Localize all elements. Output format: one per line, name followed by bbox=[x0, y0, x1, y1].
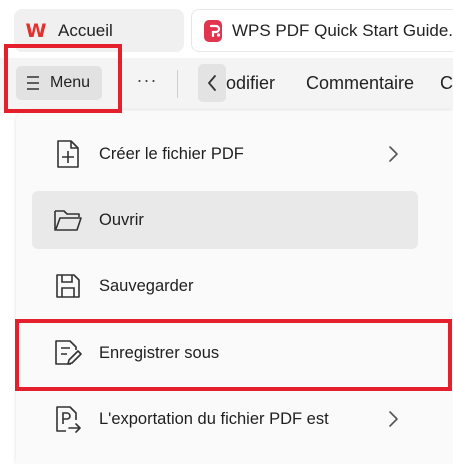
toolbar-modifier[interactable]: odifier bbox=[226, 73, 275, 94]
menu-item-label: Créer le fichier PDF bbox=[99, 144, 244, 163]
wps-logo-icon: W bbox=[25, 19, 47, 42]
menu-item-sauvegarder[interactable]: Sauvegarder bbox=[32, 257, 418, 315]
toolbar-next-item[interactable]: C bbox=[440, 73, 453, 94]
save-icon bbox=[50, 268, 86, 304]
menu-button[interactable]: Menu bbox=[16, 66, 102, 100]
chevron-left-icon bbox=[208, 75, 216, 91]
menu-item-exportation-pdf[interactable]: L'exportation du fichier PDF est bbox=[32, 390, 418, 448]
chevron-right-icon bbox=[389, 411, 398, 427]
menu-item-label: L'exportation du fichier PDF est bbox=[99, 409, 329, 428]
menu-button-label: Menu bbox=[50, 74, 91, 91]
pdf-logo-icon bbox=[204, 19, 222, 42]
chevron-right-icon bbox=[389, 146, 398, 162]
menu-item-ouvrir[interactable]: Ouvrir bbox=[32, 191, 418, 249]
hamburger-icon bbox=[27, 76, 39, 90]
export-pdf-icon bbox=[50, 401, 86, 437]
file-menu-dropdown: Créer le fichier PDF Ouvrir Sauvegarder bbox=[16, 111, 453, 464]
tab-document[interactable]: WPS PDF Quick Start Guide. bbox=[191, 9, 453, 52]
toolbar-commentaire[interactable]: Commentaire bbox=[306, 73, 414, 94]
menu-item-label: Enregistrer sous bbox=[99, 343, 220, 362]
more-options-icon[interactable]: ··· bbox=[134, 70, 160, 96]
menu-item-label: Sauvegarder bbox=[99, 276, 194, 295]
tab-document-label: WPS PDF Quick Start Guide. bbox=[231, 20, 453, 40]
menu-item-enregistrer-sous[interactable]: Enregistrer sous bbox=[32, 324, 418, 382]
tab-accueil-label: Accueil bbox=[58, 20, 113, 40]
tab-accueil[interactable]: W Accueil bbox=[14, 9, 184, 52]
new-file-icon bbox=[50, 136, 86, 172]
tab-bar: W Accueil WPS PDF Quick Start Guide. bbox=[0, 0, 453, 58]
menu-item-label: Ouvrir bbox=[99, 210, 144, 229]
scroll-left-button[interactable] bbox=[198, 64, 226, 102]
folder-open-icon bbox=[50, 202, 86, 238]
toolbar-divider bbox=[177, 70, 178, 98]
menu-item-creer-pdf[interactable]: Créer le fichier PDF bbox=[32, 125, 418, 183]
save-as-icon bbox=[50, 335, 86, 371]
